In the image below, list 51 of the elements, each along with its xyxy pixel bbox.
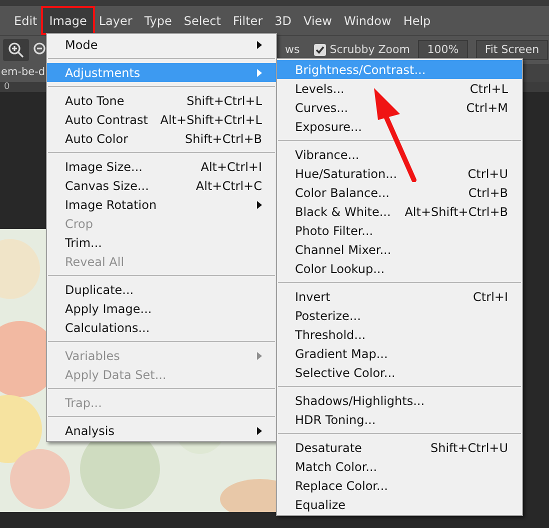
menu-item[interactable]: Auto Color Shift+Ctrl+B: [47, 129, 276, 148]
menu-item[interactable]: Color Lookup...: [277, 259, 522, 278]
document-tab[interactable]: em-be-d: [0, 64, 46, 82]
menu-item[interactable]: Apply Image...: [47, 299, 276, 318]
menu-item[interactable]: Black & White... Alt+Shift+Ctrl+B: [277, 202, 522, 221]
menu-item[interactable]: Mode: [47, 35, 276, 54]
menu-bar-item[interactable]: Layer: [92, 8, 138, 33]
checkbox-label: Scrubby Zoom: [330, 42, 410, 58]
menu-item[interactable]: HDR Toning...: [277, 410, 522, 429]
zoom-in-icon[interactable]: [3, 39, 29, 61]
menu-item[interactable]: Channel Mixer...: [277, 240, 522, 259]
menu-item[interactable]: Equalize: [277, 495, 522, 514]
menu-item[interactable]: Image Size... Alt+Ctrl+I: [47, 157, 276, 176]
menu-item[interactable]: Posterize...: [277, 306, 522, 325]
menu-item[interactable]: Calculations...: [47, 318, 276, 337]
menu-item[interactable]: Desaturate Shift+Ctrl+U: [277, 438, 522, 457]
menu-item[interactable]: Shadows/Highlights...: [277, 391, 522, 410]
menu-item[interactable]: Match Color...: [277, 457, 522, 476]
menu-item[interactable]: Auto Contrast Alt+Shift+Ctrl+L: [47, 110, 276, 129]
menu-bar-item[interactable]: 3D: [268, 8, 298, 33]
menu-item[interactable]: Image Rotation: [47, 195, 276, 214]
menu-item[interactable]: Analysis: [47, 421, 276, 440]
menu-item[interactable]: Duplicate...: [47, 280, 276, 299]
menu-item[interactable]: Canvas Size... Alt+Ctrl+C: [47, 176, 276, 195]
menu-bar-item[interactable]: Type: [138, 8, 178, 33]
menu-bar-item[interactable]: Window: [338, 8, 398, 33]
menu-item[interactable]: Exposure...: [277, 117, 522, 136]
menu-item[interactable]: Levels... Ctrl+L: [277, 79, 522, 98]
menu-bar-item[interactable]: View: [298, 8, 338, 33]
menu-item[interactable]: Replace Color...: [277, 476, 522, 495]
menu-item[interactable]: Invert Ctrl+I: [277, 287, 522, 306]
menu-bar-item[interactable]: Help: [397, 8, 437, 33]
menu-item[interactable]: Threshold...: [277, 325, 522, 344]
menu-bar-item[interactable]: Image: [43, 8, 93, 33]
menu-item[interactable]: Photo Filter...: [277, 221, 522, 240]
ruler-label: 0: [4, 82, 10, 92]
menu-item[interactable]: Selective Color...: [277, 363, 522, 382]
menu-item[interactable]: Trim...: [47, 233, 276, 252]
menu-item[interactable]: Auto Tone Shift+Ctrl+L: [47, 91, 276, 110]
menu-bar-item[interactable]: Select: [178, 8, 227, 33]
menu-item[interactable]: Vibrance...: [277, 145, 522, 164]
option-label: ws: [285, 42, 300, 58]
menu-item[interactable]: Hue/Saturation... Ctrl+U: [277, 164, 522, 183]
checkbox[interactable]: [314, 44, 326, 56]
menu-bar-item[interactable]: Filter: [226, 8, 269, 33]
menu-item[interactable]: Curves... Ctrl+M: [277, 98, 522, 117]
menu-item[interactable]: Gradient Map...: [277, 344, 522, 363]
menu-bar-item[interactable]: Edit: [8, 8, 44, 33]
menu-item[interactable]: Color Balance... Ctrl+B: [277, 183, 522, 202]
option-button[interactable]: 100%: [418, 40, 468, 60]
option-button[interactable]: Fit Screen: [476, 40, 548, 60]
